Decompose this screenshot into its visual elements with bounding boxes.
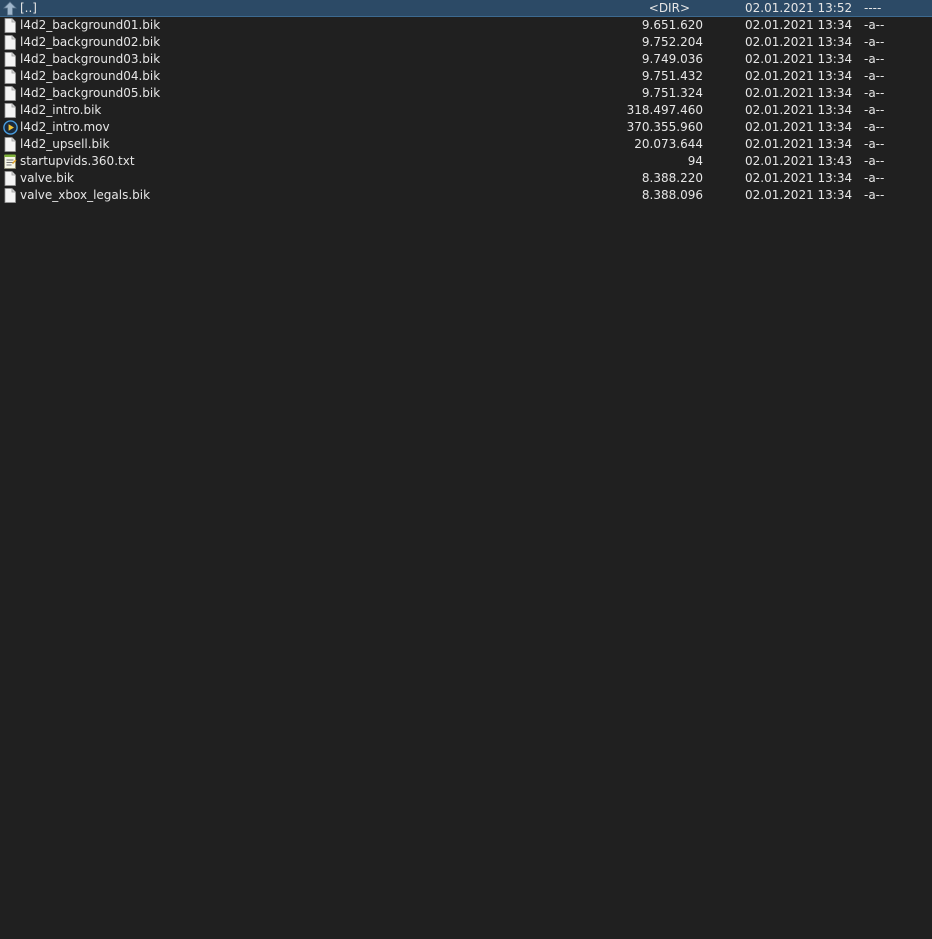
file-row[interactable]: l4d2_intro.bik 318.497.460 02.01.2021 13… <box>0 102 932 119</box>
file-attributes: -a-- <box>864 35 885 49</box>
file-attributes: -a-- <box>864 120 885 134</box>
file-name: valve.bik <box>20 171 74 185</box>
file-name: l4d2_background01.bik <box>20 18 161 32</box>
file-row[interactable]: startupvids.360.txt 94 02.01.2021 13:43 … <box>0 153 932 170</box>
file-name: l4d2_background05.bik <box>20 86 161 100</box>
file-date: 02.01.2021 13:34 <box>745 35 853 49</box>
file-row[interactable]: l4d2_background01.bik 9.651.620 02.01.20… <box>0 17 932 34</box>
file-name: l4d2_background02.bik <box>20 35 161 49</box>
file-row[interactable]: valve.bik 8.388.220 02.01.2021 13:34 -a-… <box>0 170 932 187</box>
file-size: 9.752.204 <box>641 35 703 49</box>
file-icon <box>3 171 17 186</box>
file-date: 02.01.2021 13:34 <box>745 52 853 66</box>
file-size: 9.751.432 <box>641 69 703 83</box>
file-row[interactable]: l4d2_background02.bik 9.752.204 02.01.20… <box>0 34 932 51</box>
file-icon <box>3 86 17 101</box>
file-size: 370.355.960 <box>626 120 703 134</box>
file-attributes: -a-- <box>864 137 885 151</box>
file-date: 02.01.2021 13:52 <box>745 1 853 15</box>
file-attributes: -a-- <box>864 188 885 202</box>
file-row[interactable]: l4d2_intro.mov 370.355.960 02.01.2021 13… <box>0 119 932 136</box>
file-name: l4d2_upsell.bik <box>20 137 110 151</box>
file-icon <box>3 52 17 67</box>
file-icon <box>3 137 17 152</box>
file-attributes: -a-- <box>864 103 885 117</box>
file-name: l4d2_background03.bik <box>20 52 161 66</box>
file-list-panel: [..] <DIR> 02.01.2021 13:52 ---- l4d2_ba… <box>0 0 932 204</box>
file-attributes: -a-- <box>864 154 885 168</box>
text-file-icon <box>3 154 17 169</box>
file-icon <box>3 18 17 33</box>
file-attributes: -a-- <box>864 86 885 100</box>
file-row[interactable]: valve_xbox_legals.bik 8.388.096 02.01.20… <box>0 187 932 204</box>
up-arrow-icon <box>3 1 17 16</box>
file-date: 02.01.2021 13:34 <box>745 86 853 100</box>
file-attributes: -a-- <box>864 52 885 66</box>
file-size: <DIR> <box>648 1 690 15</box>
file-name: startupvids.360.txt <box>20 154 135 168</box>
file-row[interactable]: l4d2_background04.bik 9.751.432 02.01.20… <box>0 68 932 85</box>
file-date: 02.01.2021 13:34 <box>745 137 853 151</box>
file-date: 02.01.2021 13:43 <box>745 154 853 168</box>
file-icon <box>3 103 17 118</box>
file-icon <box>3 188 17 203</box>
file-size: 9.751.324 <box>641 86 703 100</box>
file-icon <box>3 35 17 50</box>
file-size: 8.388.096 <box>641 188 703 202</box>
media-play-icon <box>3 120 18 135</box>
file-icon <box>3 69 17 84</box>
file-size: 9.749.036 <box>641 52 703 66</box>
file-date: 02.01.2021 13:34 <box>745 171 853 185</box>
file-row[interactable]: l4d2_background03.bik 9.749.036 02.01.20… <box>0 51 932 68</box>
file-size: 20.073.644 <box>634 137 703 151</box>
file-date: 02.01.2021 13:34 <box>745 188 853 202</box>
file-size: 9.651.620 <box>641 18 703 32</box>
file-row[interactable]: l4d2_upsell.bik 20.073.644 02.01.2021 13… <box>0 136 932 153</box>
file-date: 02.01.2021 13:34 <box>745 103 853 117</box>
file-row-parent-dir[interactable]: [..] <DIR> 02.01.2021 13:52 ---- <box>0 0 932 17</box>
file-name: l4d2_intro.bik <box>20 103 102 117</box>
file-attributes: -a-- <box>864 171 885 185</box>
file-size: 94 <box>687 154 703 168</box>
file-size: 8.388.220 <box>641 171 703 185</box>
file-row[interactable]: l4d2_background05.bik 9.751.324 02.01.20… <box>0 85 932 102</box>
file-name: l4d2_background04.bik <box>20 69 161 83</box>
file-size: 318.497.460 <box>626 103 703 117</box>
file-name: valve_xbox_legals.bik <box>20 188 151 202</box>
file-attributes: ---- <box>864 1 882 15</box>
file-date: 02.01.2021 13:34 <box>745 18 853 32</box>
file-name: l4d2_intro.mov <box>20 120 110 134</box>
file-date: 02.01.2021 13:34 <box>745 120 853 134</box>
file-attributes: -a-- <box>864 18 885 32</box>
file-name: [..] <box>20 1 37 15</box>
file-date: 02.01.2021 13:34 <box>745 69 853 83</box>
file-attributes: -a-- <box>864 69 885 83</box>
